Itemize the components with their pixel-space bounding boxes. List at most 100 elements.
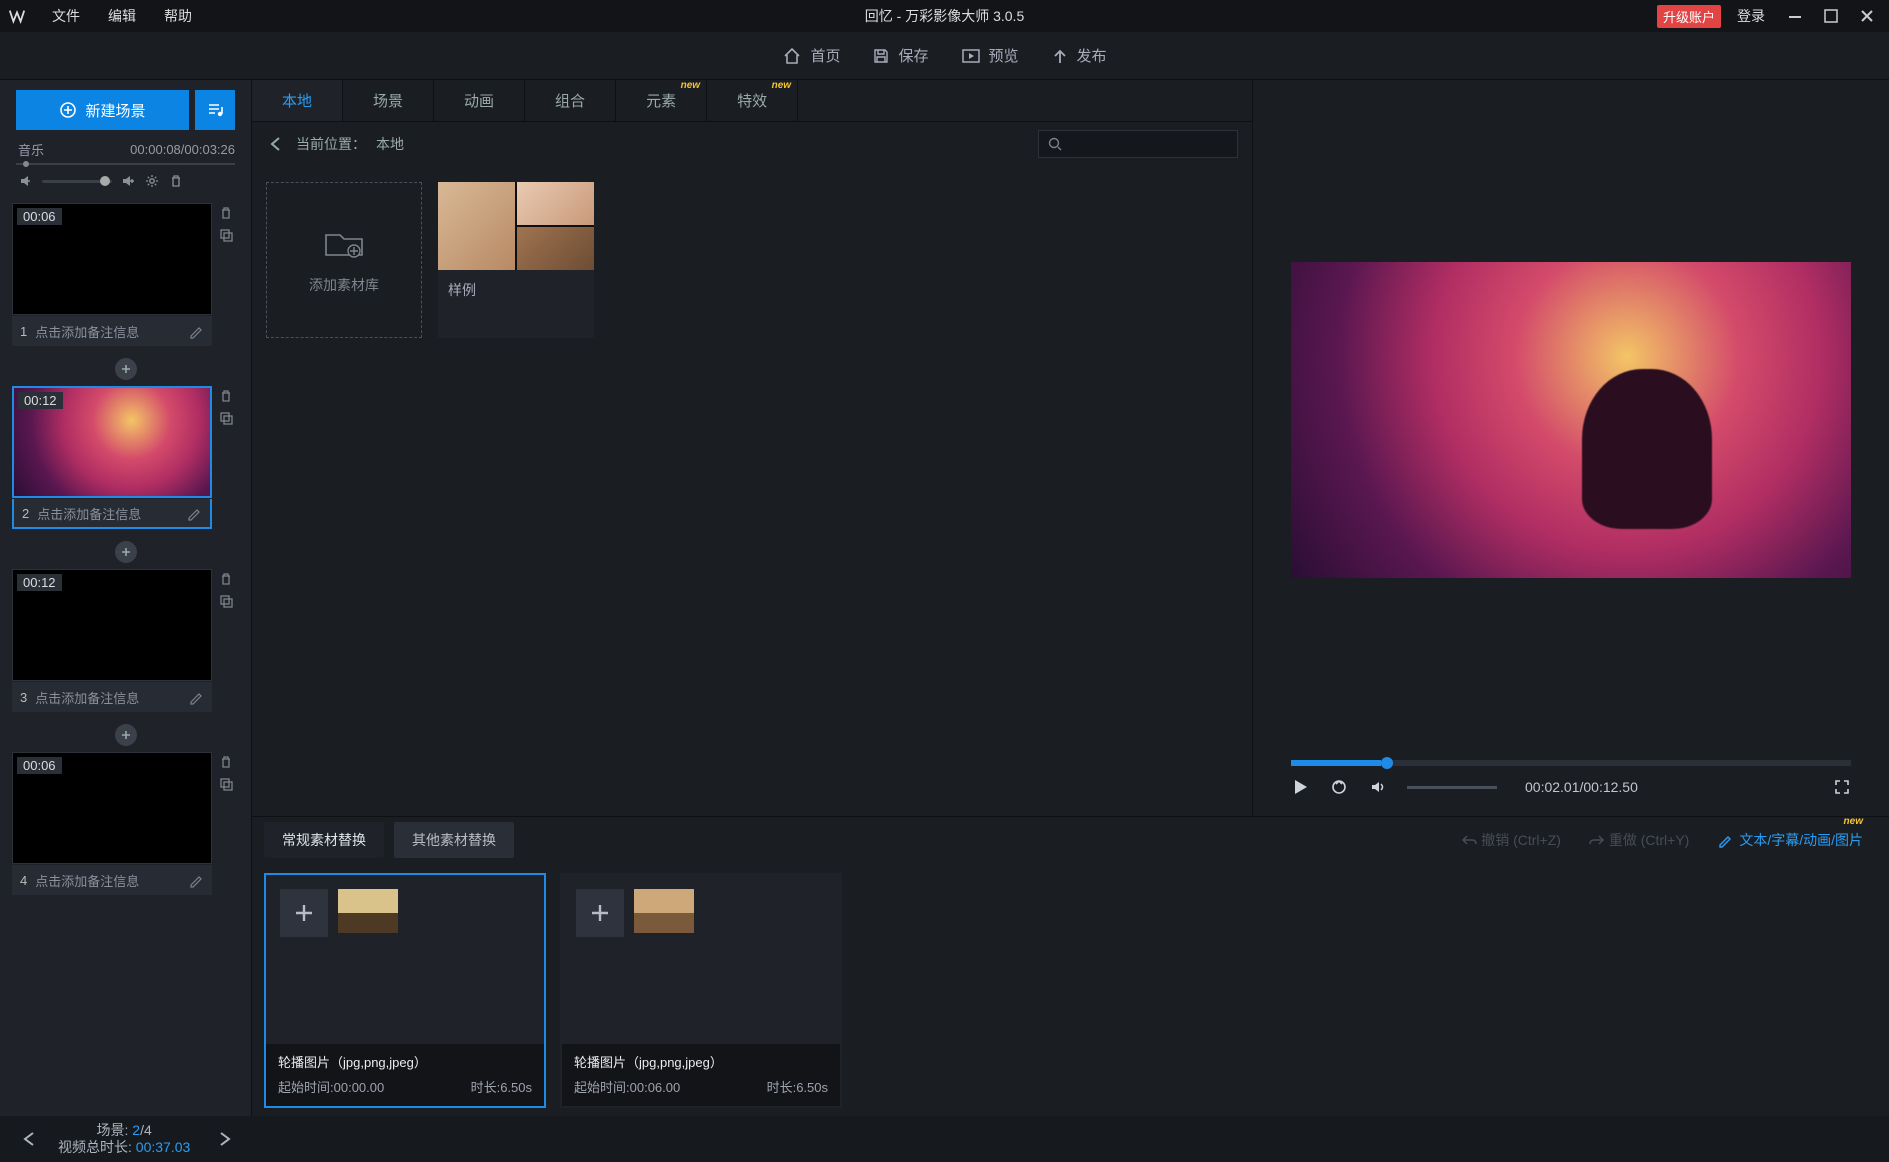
add-scene-between-button[interactable] [115,541,137,563]
scene-caption-text: 点击添加备注信息 [35,688,139,707]
scene-item-2[interactable]: 00:12 2 点击添加备注信息 [12,386,239,529]
publish-label: 发布 [1077,45,1107,66]
scene-copy-icon[interactable] [218,593,234,609]
volume-icon[interactable] [1369,778,1387,796]
scene-copy-icon[interactable] [218,410,234,426]
play-button[interactable] [1291,778,1309,796]
edit-caption-icon[interactable] [188,323,204,339]
scene-index: 3 [20,690,27,705]
tab-local[interactable]: 本地 [252,80,343,121]
undo-button[interactable]: 撤销 (Ctrl+Z) [1461,830,1561,850]
music-settings-icon[interactable] [144,173,160,189]
scene-panel: 新建场景 音乐 00:00:08/00:03:26 0 [0,80,252,1116]
sample-folder[interactable]: 样例 [438,182,594,338]
preview-volume-slider[interactable] [1407,786,1497,789]
material-panel: 常规素材替换 其他素材替换 撤销 (Ctrl+Z) 重做 (Ctrl+Y) 文本… [252,816,1889,1116]
redo-button[interactable]: 重做 (Ctrl+Y) [1589,830,1689,850]
app-logo-icon [8,7,26,25]
tab-effect[interactable]: 特效new [707,80,798,121]
scene-delete-icon[interactable] [218,205,234,221]
save-button[interactable]: 保存 [872,45,928,66]
text-subtitle-link[interactable]: 文本/字幕/动画/图片 new [1717,830,1863,850]
scene-thumbnail[interactable]: 00:06 [12,752,212,864]
material-duration: 时长:6.50s [471,1077,532,1096]
material-title: 轮播图片（jpg,png,jpeg） [278,1052,532,1071]
scene-caption[interactable]: 4 点击添加备注信息 [12,865,212,895]
edit-caption-icon[interactable] [188,872,204,888]
scene-item-3[interactable]: 00:12 3 点击添加备注信息 [12,569,239,712]
scene-delete-icon[interactable] [218,571,234,587]
preview-frame [1291,262,1851,578]
tab-other-replace[interactable]: 其他素材替换 [394,822,514,858]
action-bar: 首页 保存 预览 发布 [0,32,1889,80]
folder-plus-icon [322,225,366,261]
login-button[interactable]: 登录 [1729,6,1773,26]
search-icon [1047,136,1063,152]
scene-copy-icon[interactable] [218,776,234,792]
fullscreen-button[interactable] [1833,778,1851,796]
home-button[interactable]: 首页 [782,45,840,66]
music-delete-icon[interactable] [168,173,184,189]
scene-item-1[interactable]: 00:06 1 点击添加备注信息 [12,203,239,346]
material-card-1[interactable]: 轮播图片（jpg,png,jpeg） 起始时间:00:00.00 时长:6.50… [264,873,546,1108]
add-material-button[interactable] [576,889,624,937]
music-progress-slider[interactable] [0,161,251,169]
status-total-duration: 00:37.03 [136,1139,191,1155]
edit-caption-icon[interactable] [186,505,202,521]
tab-animation[interactable]: 动画 [434,80,525,121]
scene-item-4[interactable]: 00:06 4 点击添加备注信息 [12,752,239,895]
publish-button[interactable]: 发布 [1051,45,1107,66]
edit-caption-icon[interactable] [188,689,204,705]
scene-caption[interactable]: 1 点击添加备注信息 [12,316,212,346]
scene-caption[interactable]: 3 点击添加备注信息 [12,682,212,712]
asset-browser: 本地 场景 动画 组合 元素new 特效new 当前位置： 本地 [252,80,1253,816]
scene-copy-icon[interactable] [218,227,234,243]
close-button[interactable] [1853,4,1881,28]
volume-up-icon[interactable] [120,173,136,189]
scene-thumbnail[interactable]: 00:12 [12,569,212,681]
tab-element[interactable]: 元素new [616,80,707,121]
add-library-button[interactable]: 添加素材库 [266,182,422,338]
scene-duration-badge: 00:12 [18,392,63,409]
scene-caption[interactable]: 2 点击添加备注信息 [12,499,212,529]
menu-edit[interactable]: 编辑 [94,6,150,26]
menu-help[interactable]: 帮助 [150,6,206,26]
home-label: 首页 [810,45,840,66]
tab-combo[interactable]: 组合 [525,80,616,121]
asset-search-input[interactable] [1038,130,1238,158]
tab-regular-replace[interactable]: 常规素材替换 [264,822,384,858]
minimize-button[interactable] [1781,4,1809,28]
scene-thumbnail[interactable]: 00:06 [12,203,212,315]
volume-down-icon[interactable] [18,173,34,189]
scene-delete-icon[interactable] [218,754,234,770]
next-scene-button[interactable] [214,1128,236,1150]
prev-scene-button[interactable] [18,1128,40,1150]
scene-delete-icon[interactable] [218,388,234,404]
scene-thumbnail[interactable]: 00:12 [12,386,212,498]
scene-list-toggle-button[interactable] [195,90,235,130]
material-start: 起始时间:00:00.00 [278,1077,384,1096]
music-volume-slider[interactable] [42,180,112,183]
menu-file[interactable]: 文件 [38,6,94,26]
status-scene-info: 场景: 2/4 视频总时长: 00:37.03 [58,1122,190,1156]
add-scene-between-button[interactable] [115,358,137,380]
add-scene-between-button[interactable] [115,724,137,746]
redo-icon [1589,832,1605,848]
tab-scene[interactable]: 场景 [343,80,434,121]
preview-scrubber[interactable] [1291,760,1851,766]
scene-caption-text: 点击添加备注信息 [35,871,139,890]
asset-grid: 添加素材库 样例 [252,166,1252,354]
upgrade-account-button[interactable]: 升级账户 [1657,5,1721,28]
loop-button[interactable] [1329,777,1349,797]
back-button[interactable] [266,134,286,154]
preview-controls: 00:02.01/00:12.50 [1253,766,1889,816]
preview-button[interactable]: 预览 [961,45,1019,66]
maximize-button[interactable] [1817,4,1845,28]
material-thumbnail [338,889,398,933]
scene-duration-badge: 00:06 [17,208,62,225]
status-total-scenes: 4 [144,1122,152,1138]
material-card-2[interactable]: 轮播图片（jpg,png,jpeg） 起始时间:00:06.00 时长:6.50… [560,873,842,1108]
new-scene-button[interactable]: 新建场景 [16,90,189,130]
save-label: 保存 [898,45,928,66]
add-material-button[interactable] [280,889,328,937]
